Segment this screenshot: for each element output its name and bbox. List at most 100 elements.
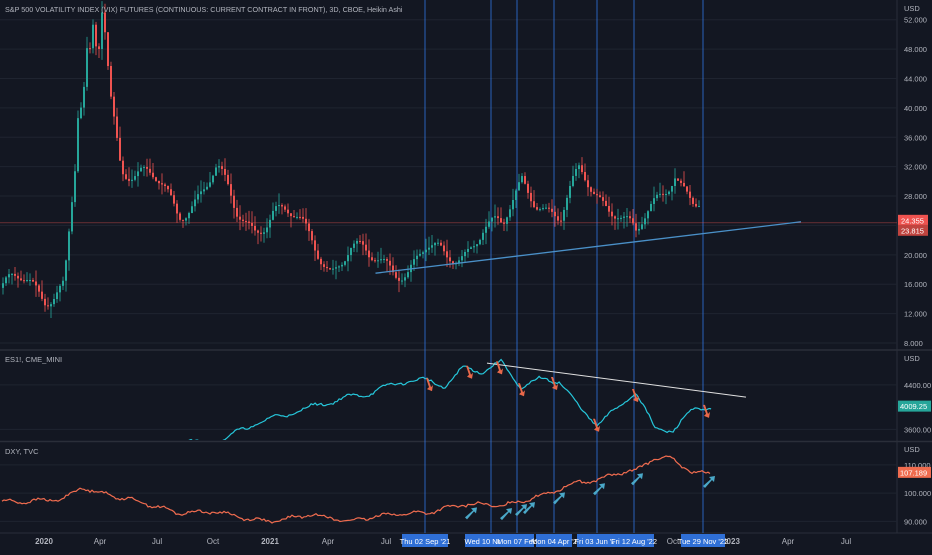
candle-body <box>134 176 136 180</box>
y-tick-label: 44.000 <box>904 74 927 83</box>
candle-body <box>20 278 22 281</box>
candle-body <box>662 193 664 195</box>
candle-body <box>233 195 235 208</box>
candle-body <box>8 274 10 278</box>
up-arrow-marker[interactable] <box>631 473 643 486</box>
date-marker-label: Fri 12 Aug '22 <box>611 537 657 546</box>
candle-body <box>485 226 487 233</box>
candle-body <box>179 213 181 220</box>
candle-body <box>314 240 316 251</box>
candle-body <box>632 218 634 224</box>
candle-body <box>131 179 133 181</box>
candle-body <box>107 32 109 67</box>
candle-body <box>623 216 625 218</box>
candle-body <box>569 185 571 198</box>
candle-body <box>521 176 523 183</box>
candle-body <box>263 232 265 234</box>
candle-body <box>242 219 244 221</box>
up-arrow-marker[interactable] <box>553 492 565 505</box>
candle-body <box>524 176 526 184</box>
candle-body <box>638 228 640 231</box>
candle-body <box>698 206 700 208</box>
candle-body <box>239 216 241 220</box>
candle-body <box>140 167 142 172</box>
candle-body <box>551 208 553 212</box>
x-tick-label: Apr <box>782 537 795 546</box>
candle-body <box>476 244 478 247</box>
resistance-trendline[interactable] <box>486 362 747 398</box>
pane-currency: USD <box>904 354 920 363</box>
candle-body <box>311 231 313 241</box>
candle-body <box>491 217 493 222</box>
y-tick-label: 20.000 <box>904 251 927 260</box>
candle-body <box>380 259 382 261</box>
candle-body <box>536 207 538 210</box>
down-arrow-marker[interactable] <box>496 361 503 375</box>
candle-body <box>641 224 643 229</box>
up-arrow-marker[interactable] <box>500 508 512 521</box>
candle-body <box>176 203 178 214</box>
x-tick-label: Apr <box>94 537 107 546</box>
candle-body <box>185 218 187 221</box>
candle-body <box>170 189 172 196</box>
candle-body <box>407 272 409 278</box>
candle-body <box>122 160 124 175</box>
candle-body <box>164 184 166 186</box>
y-tick-label: 90.000 <box>904 517 927 526</box>
candle-body <box>530 192 532 202</box>
date-marker-label: Mon 04 Apr '2 <box>531 537 577 546</box>
candle-body <box>383 259 385 261</box>
down-arrow-marker[interactable] <box>703 404 710 418</box>
candle-body <box>395 272 397 278</box>
up-arrow-marker[interactable] <box>703 475 715 488</box>
candle-body <box>608 206 610 212</box>
candle-body <box>365 244 367 251</box>
candle-body <box>614 216 616 219</box>
candle-body <box>386 259 388 261</box>
candle-body <box>671 185 673 192</box>
es-series-line[interactable] <box>63 358 712 481</box>
candle-body <box>155 177 157 181</box>
candle-body <box>188 213 190 219</box>
candle-body <box>413 259 415 265</box>
candle-body <box>620 217 622 219</box>
chart-canvas[interactable]: 2020AprJulOct2021AprJulOct2022AprJulOct2… <box>0 0 932 550</box>
candle-body <box>284 206 286 210</box>
candle-body <box>644 218 646 225</box>
candle-body <box>80 107 82 119</box>
candle-body <box>251 222 253 226</box>
y-tick-label: 100.000 <box>904 489 931 498</box>
candle-body <box>434 243 436 246</box>
candle-body <box>398 277 400 281</box>
candle-body <box>92 24 94 49</box>
candle-body <box>47 305 49 307</box>
up-arrow-marker[interactable] <box>465 507 477 520</box>
candle-body <box>437 242 439 244</box>
candle-body <box>680 180 682 183</box>
candle-body <box>653 198 655 204</box>
candle-body <box>584 172 586 181</box>
candle-body <box>290 213 292 217</box>
candle-body <box>581 165 583 173</box>
candle-body <box>629 216 631 219</box>
candle-body <box>329 268 331 270</box>
support-trendline[interactable] <box>375 221 802 274</box>
candle-body <box>281 205 283 207</box>
candle-body <box>200 191 202 195</box>
candle-body <box>113 96 115 117</box>
candle-body <box>464 251 466 257</box>
y-tick-label: 36.000 <box>904 133 927 142</box>
price-label: 24.355 <box>901 216 924 225</box>
candle-body <box>137 171 139 177</box>
candle-body <box>62 280 64 286</box>
pane-currency: USD <box>904 445 920 454</box>
price-label: 107.189 <box>900 468 927 477</box>
x-tick-label: Oct <box>207 537 220 546</box>
candle-body <box>278 205 280 207</box>
candle-body <box>575 168 577 176</box>
dxy-series-line[interactable] <box>1 455 711 524</box>
candle-body <box>95 24 97 47</box>
candle-body <box>509 209 511 218</box>
candle-body <box>506 217 508 224</box>
candle-body <box>503 222 505 224</box>
